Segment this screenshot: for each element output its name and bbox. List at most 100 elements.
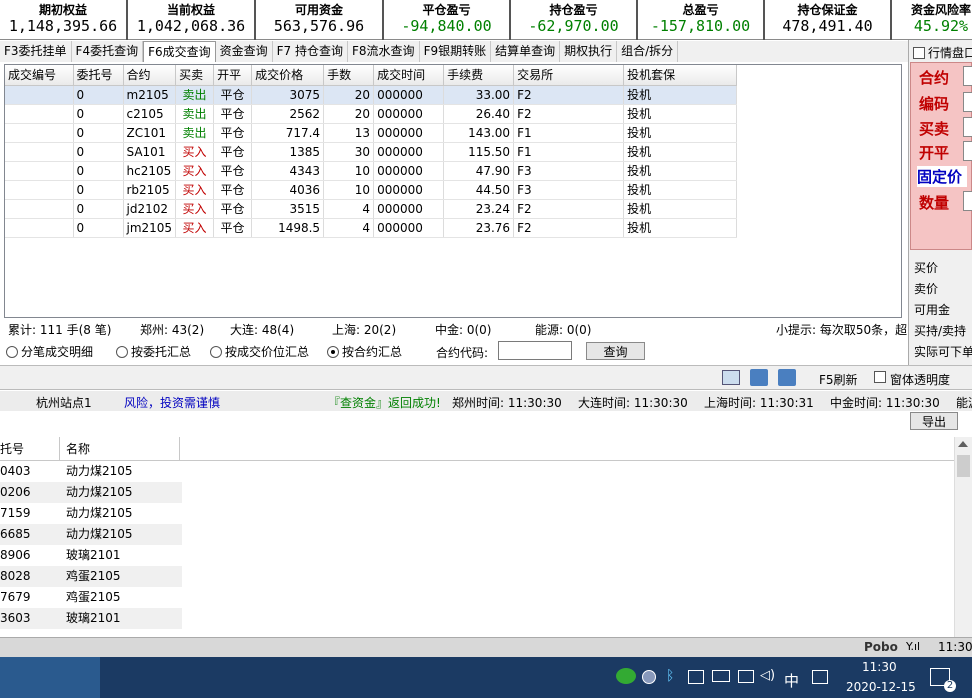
order-field[interactable] [963, 66, 972, 86]
query-button[interactable]: 查询 [586, 342, 645, 360]
table-row[interactable]: 0 SA101 买入 平仓 1385 30 000000 115.50 F1 投机 [5, 142, 738, 162]
column-header[interactable]: 开平 [213, 65, 253, 86]
table-row[interactable]: 0 jm2105 买入 平仓 1498.5 4 000000 23.76 F2 投机 [5, 218, 738, 238]
radio-circle-icon[interactable] [210, 345, 222, 358]
list-item[interactable]: 8906 玻璃2101 [0, 545, 182, 566]
summary-radio[interactable]: 按合约汇总 [327, 343, 402, 360]
tab-4[interactable]: F7 持仓查询 [273, 41, 349, 62]
bluetooth-icon[interactable]: ᛒ [666, 668, 674, 684]
table-row[interactable]: 0 m2105 卖出 平仓 3075 20 000000 33.00 F2 投机 [5, 85, 738, 105]
mail-icon[interactable] [722, 370, 740, 385]
order-field[interactable] [963, 191, 972, 211]
table-cell: 买入 [175, 142, 215, 162]
table-cell: 20 [323, 85, 375, 105]
table-row[interactable]: 0 c2105 卖出 平仓 2562 20 000000 26.40 F2 投机 [5, 104, 738, 124]
tab-3[interactable]: 资金查询 [216, 41, 273, 62]
window-icon[interactable] [750, 369, 768, 386]
table-cell: 投机 [623, 85, 738, 105]
list-item[interactable]: 0206 动力煤2105 [0, 482, 182, 503]
battery-icon[interactable] [712, 670, 730, 682]
table-row[interactable]: 0 jd2102 买入 平仓 3515 4 000000 23.24 F2 投机 [5, 199, 738, 219]
list-item[interactable]: 0403 动力煤2105 [0, 461, 182, 482]
summary-radio[interactable]: 按委托汇总 [116, 343, 191, 360]
status-bar: 杭州站点1 风险，投资需谨慎 『查资金』返回成功! 郑州时间: 11:30:30… [0, 391, 972, 411]
table-cell: 投机 [623, 104, 738, 124]
radio-circle-icon[interactable] [327, 345, 339, 358]
export-button[interactable]: 导出 [910, 412, 958, 430]
ime-indicator[interactable]: 中 [784, 670, 799, 691]
quote-label: 买持/卖持 [914, 324, 967, 338]
wechat-icon[interactable] [616, 668, 636, 684]
summary-label: 当前权益 [166, 3, 215, 17]
summary-radio[interactable]: 分笔成交明细 [6, 343, 93, 360]
tab-7[interactable]: 结算单查询 [491, 41, 561, 62]
order-field[interactable] [963, 92, 972, 112]
tab-8[interactable]: 期权执行 [560, 41, 618, 62]
summary-radio[interactable]: 按成交价位汇总 [210, 343, 309, 360]
window2-icon[interactable] [778, 369, 796, 386]
table-row[interactable]: 0 hc2105 买入 平仓 4343 10 000000 47.90 F3 投机 [5, 161, 738, 181]
summary-label: 总盈亏 [682, 3, 719, 17]
table-cell: 平仓 [213, 85, 253, 105]
keyboard-icon[interactable] [812, 670, 828, 684]
quote-label: 卖价 [914, 282, 939, 296]
volume-icon[interactable]: ◁) [760, 668, 775, 683]
refresh-button[interactable]: F5刷新 [819, 371, 858, 388]
order-field[interactable] [963, 141, 972, 161]
column-header[interactable]: 成交编号 [5, 65, 74, 86]
order-id: 3603 [0, 611, 31, 625]
vertical-scrollbar[interactable] [954, 437, 972, 637]
column-header[interactable]: 交易所 [513, 65, 625, 86]
radio-circle-icon[interactable] [116, 345, 128, 358]
table-cell [5, 180, 74, 200]
column-header[interactable]: 手续费 [443, 65, 515, 86]
clock-time[interactable]: 11:30 [862, 660, 897, 674]
quote-checkbox[interactable] [913, 46, 925, 59]
order-field[interactable] [963, 117, 972, 137]
network-globe-icon[interactable] [642, 670, 656, 684]
column-header[interactable]: 委托号 [73, 65, 124, 86]
column-header[interactable]: 买卖 [175, 65, 215, 86]
table-cell: 2562 [251, 104, 325, 124]
list-item[interactable]: 7159 动力煤2105 [0, 503, 182, 524]
tab-0[interactable]: F3委托挂单 [0, 41, 72, 62]
list-header: 委托号 名称 [0, 437, 972, 461]
security-icon[interactable] [688, 670, 704, 684]
list-item[interactable]: 8028 鸡蛋2105 [0, 566, 182, 587]
table-row[interactable]: 0 ZC101 卖出 平仓 717.4 13 000000 143.00 F1 投机 [5, 123, 738, 143]
code-input[interactable] [498, 341, 572, 360]
radio-circle-icon[interactable] [6, 345, 18, 358]
tab-2[interactable]: F6成交查询 [143, 41, 216, 62]
column-header[interactable]: 合约 [123, 65, 177, 86]
trade-table[interactable]: 成交编号 委托号 合约 买卖 开平 成交价格 手数 成交时间 手续费 交易所 投机套保 0 m2105… [4, 64, 902, 318]
transparency-checkbox[interactable] [874, 371, 886, 383]
table-cell: 平仓 [213, 218, 253, 238]
summary-value: 1,042,068.36 [136, 17, 246, 35]
scroll-thumb[interactable] [957, 455, 970, 477]
column-header[interactable]: 手数 [323, 65, 375, 86]
tab-5[interactable]: F8流水查询 [348, 41, 420, 62]
order-list[interactable]: 委托号 名称 0403 动力煤2105 0206 动力煤2105 7159 动力煤2105… [0, 437, 972, 629]
tab-1[interactable]: F4委托查询 [72, 41, 144, 62]
table-cell: 4 [323, 199, 375, 219]
column-header[interactable]: 成交时间 [373, 65, 445, 86]
order-label[interactable]: 固定价 [917, 166, 967, 187]
list-item[interactable]: 3603 玻璃2101 [0, 608, 182, 629]
order-label: 开平 [919, 144, 950, 162]
table-cell: 4 [323, 218, 375, 238]
tab-9[interactable]: 组合/拆分 [617, 41, 679, 62]
column-header[interactable]: 投机套保 [623, 65, 738, 86]
table-row[interactable]: 0 rb2105 买入 平仓 4036 10 000000 44.50 F3 投机 [5, 180, 738, 200]
list-item[interactable]: 6685 动力煤2105 [0, 524, 182, 545]
summary-cell: 持仓盈亏 -62,970.00 [511, 0, 638, 40]
monitor-icon[interactable] [738, 670, 754, 683]
taskbar-app-segment[interactable] [0, 657, 100, 698]
list-item[interactable]: 7679 鸡蛋2105 [0, 587, 182, 608]
summary-value: -157,810.00 [650, 17, 751, 35]
trade-stats: 累计: 111 手(8 笔) 郑州: 43(2) 大连: 48(4) 上海: 2… [0, 319, 908, 339]
table-cell: 1498.5 [251, 218, 325, 238]
clock-date[interactable]: 2020-12-15 [846, 680, 916, 694]
scroll-up-icon[interactable] [958, 441, 968, 447]
tab-6[interactable]: F9银期转账 [420, 41, 492, 62]
column-header[interactable]: 成交价格 [251, 65, 325, 86]
